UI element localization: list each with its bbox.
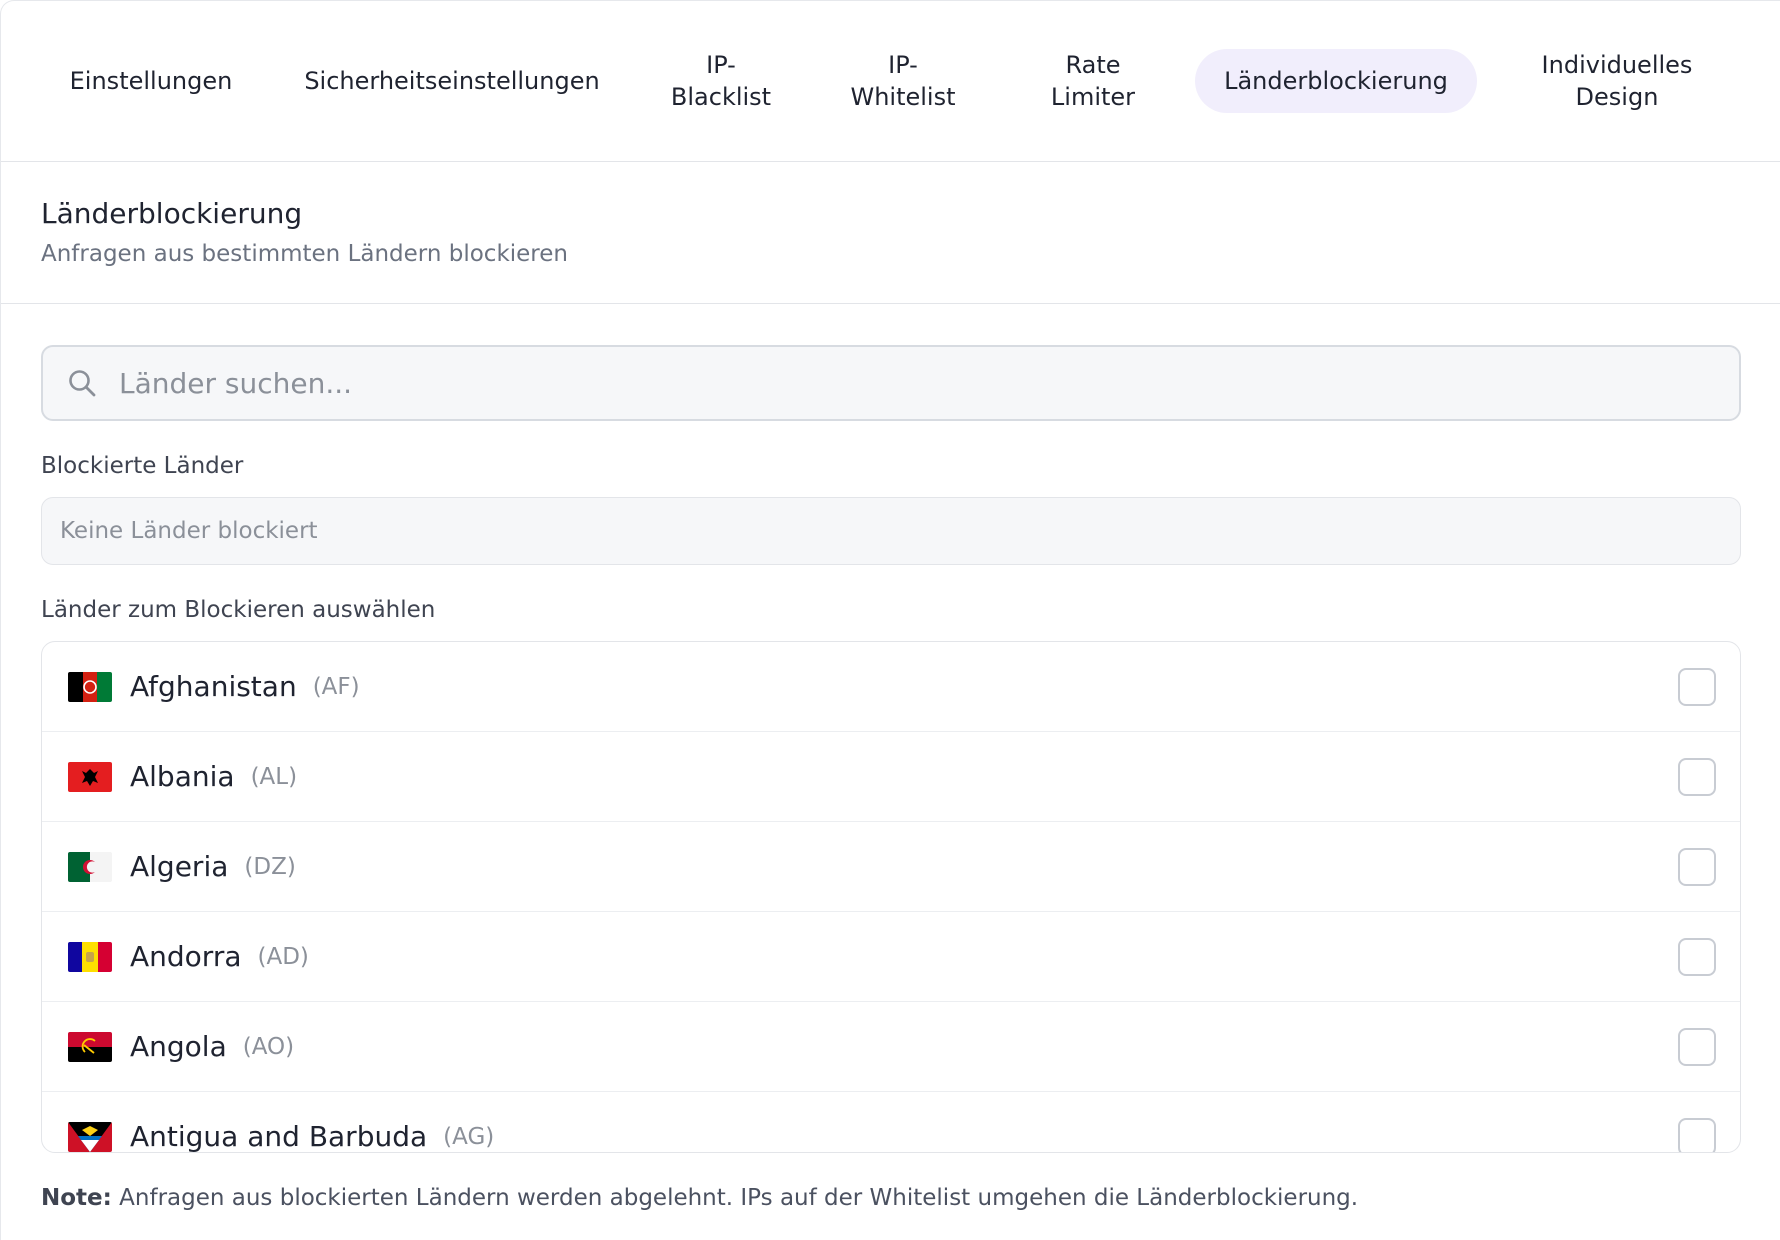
info-note: Note: Anfragen aus blockierten Ländern w… [41,1185,1358,1211]
country-row-ao[interactable]: Angola (AO) [42,1002,1740,1092]
country-checkbox[interactable] [1678,848,1716,886]
country-code: (AD) [257,943,309,970]
select-countries-label: Länder zum Blockieren auswählen [41,597,436,623]
country-list[interactable]: Afghanistan (AF) Albania (AL) Algeria (D… [41,641,1741,1153]
country-row-dz[interactable]: Algeria (DZ) [42,822,1740,912]
country-code: (AG) [443,1123,495,1150]
tab-laenderblockierung[interactable]: Länderblockierung [1195,49,1477,113]
tab-einstellungen[interactable]: Einstellungen [41,49,261,113]
country-checkbox[interactable] [1678,1028,1716,1066]
tab-rate-limiter[interactable]: Rate Limiter [1023,49,1163,113]
country-code: (AO) [242,1033,295,1060]
country-name: Andorra [130,940,242,973]
country-row-ag[interactable]: Antigua and Barbuda (AG) [42,1092,1740,1153]
section-title: Länderblockierung [41,197,303,230]
blocked-countries-label: Blockierte Länder [41,453,244,479]
tab-label: Rate Limiter [1050,51,1136,111]
section-subtitle: Anfragen aus bestimmten Ländern blockier… [41,241,568,267]
search-input[interactable] [117,365,1621,401]
country-checkbox[interactable] [1678,938,1716,976]
tab-ip-whitelist[interactable]: IP- Whitelist [833,49,973,113]
country-checkbox[interactable] [1678,668,1716,706]
blocked-empty-text: Keine Länder blockiert [60,518,318,544]
tab-sicherheitseinstellungen[interactable]: Sicherheitseinstellungen [295,49,609,113]
country-name: Algeria [130,850,229,883]
note-label: Note: [41,1185,112,1211]
search-icon [69,370,96,397]
country-name: Antigua and Barbuda [130,1120,428,1153]
tab-label: Einstellungen [69,67,233,95]
settings-card: Einstellungen Sicherheitseinstellungen I… [0,0,1780,1240]
country-name: Angola [130,1030,227,1063]
blocked-countries-box: Keine Länder blockiert [41,497,1741,565]
country-code: (DZ) [244,853,296,880]
flag-afghanistan-icon [68,671,112,702]
country-row-ad[interactable]: Andorra (AD) [42,912,1740,1002]
flag-angola-icon [68,1031,112,1062]
tab-label: IP- Blacklist [670,51,772,111]
country-code: (AL) [250,763,298,790]
note-text: Anfragen aus blockierten Ländern werden … [111,1185,1359,1211]
search-field[interactable] [41,345,1741,421]
tab-ip-blacklist[interactable]: IP- Blacklist [651,49,791,113]
country-name: Afghanistan [130,670,297,703]
flag-algeria-icon [68,851,112,882]
tab-label: Sicherheitseinstellungen [304,67,600,95]
country-name: Albania [130,760,235,793]
tab-label: Individuelles Design [1541,51,1693,111]
country-checkbox[interactable] [1678,758,1716,796]
country-row-af[interactable]: Afghanistan (AF) [42,642,1740,732]
country-code: (AF) [312,673,360,700]
tab-label: Länderblockierung [1224,67,1448,95]
flag-andorra-icon [68,941,112,972]
country-checkbox[interactable] [1678,1118,1716,1152]
tab-bar: Einstellungen Sicherheitseinstellungen I… [1,1,1780,162]
flag-antigua-and-barbuda-icon [68,1121,112,1152]
divider [1,303,1780,304]
country-row-al[interactable]: Albania (AL) [42,732,1740,822]
tab-label: IP- Whitelist [850,51,956,111]
tab-individuelles-design[interactable]: Individuelles Design [1517,49,1717,113]
flag-albania-icon [68,761,112,792]
